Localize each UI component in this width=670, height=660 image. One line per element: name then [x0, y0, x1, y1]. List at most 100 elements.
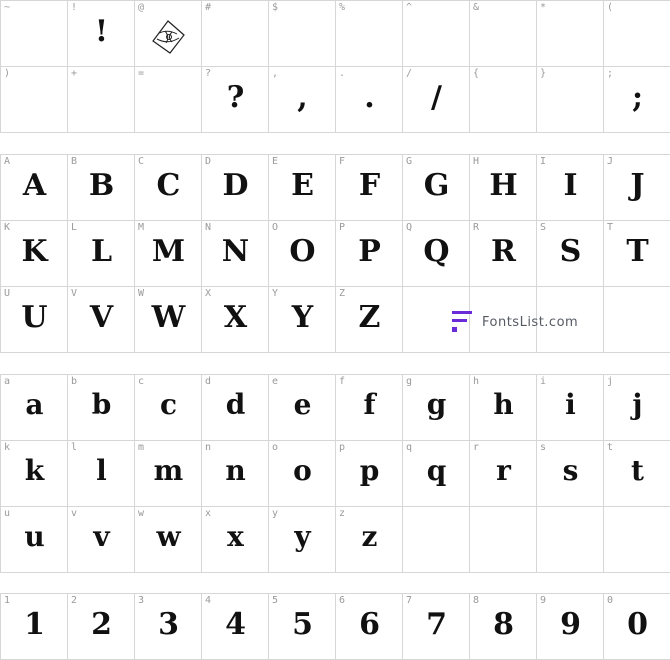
- uppercase-cell: UU: [1, 287, 68, 353]
- character-label: /: [406, 68, 413, 79]
- glyph-sample: V: [89, 300, 113, 335]
- character-label: D: [205, 156, 212, 167]
- glyph-sample: !: [94, 14, 108, 49]
- lowercase-cell: rr: [470, 441, 537, 507]
- symbols-section: ~!! @ # $% ^ & *() + =??,,.. / /{};;: [0, 0, 670, 133]
- character-label: g: [406, 376, 413, 387]
- symbols-cell: ??: [202, 67, 269, 133]
- character-label: c: [138, 376, 145, 387]
- character-label: O: [272, 222, 279, 233]
- glyph-sample: A: [22, 168, 46, 203]
- character-label: m: [138, 442, 145, 453]
- lowercase-cell: pp: [336, 441, 403, 507]
- glyph-sample: v: [93, 520, 109, 553]
- glyph-sample: q: [426, 454, 447, 487]
- character-label: 0: [607, 595, 614, 606]
- character-label: 4: [205, 595, 212, 606]
- character-label: v: [71, 508, 78, 519]
- glyph-sample: b: [91, 388, 112, 421]
- character-label: &: [473, 2, 480, 13]
- uppercase-cell: NN: [202, 221, 269, 287]
- character-label: i: [540, 376, 547, 387]
- digits-cell: 33: [135, 594, 202, 660]
- glyph-sample: h: [493, 388, 513, 421]
- glyph-sample: P: [358, 234, 381, 269]
- uppercase-cell: TT: [604, 221, 670, 287]
- digits-cell: 88: [470, 594, 537, 660]
- glyph-sample: Z: [358, 300, 381, 335]
- uppercase-cell: WW: [135, 287, 202, 353]
- character-label: C: [138, 156, 145, 167]
- digits-cell: 22: [68, 594, 135, 660]
- lowercase-section: aabbccddeeffgghhiijjkkllmmnnooppqqrrsstt…: [0, 374, 670, 573]
- glyph-sample: x: [227, 520, 244, 553]
- lowercase-cell: aa: [1, 375, 68, 441]
- glyph-sample: i: [565, 388, 576, 421]
- uppercase-cell: AA: [1, 155, 68, 221]
- digits-cell: 99: [537, 594, 604, 660]
- glyph-sample: .: [364, 80, 374, 115]
- character-label: Z: [339, 288, 346, 299]
- symbols-cell: ^: [403, 1, 470, 67]
- digits-cell: 00: [604, 594, 670, 660]
- lowercase-cell: ff: [336, 375, 403, 441]
- glyph-sample: k: [24, 454, 44, 487]
- character-label: 3: [138, 595, 145, 606]
- character-label: U: [4, 288, 11, 299]
- uppercase-cell: OO: [269, 221, 336, 287]
- character-label: h: [473, 376, 480, 387]
- uppercase-cell: LL: [68, 221, 135, 287]
- glyph-sample: C: [156, 168, 181, 203]
- glyph-sample: n: [225, 454, 245, 487]
- character-label: s: [540, 442, 547, 453]
- glyph-sample: s: [562, 454, 579, 487]
- lowercase-cell: ii: [537, 375, 604, 441]
- lowercase-cell: dd: [202, 375, 269, 441]
- uppercase-cell: GG: [403, 155, 470, 221]
- symbols-cell: &: [470, 1, 537, 67]
- glyph-sample: 2: [91, 607, 112, 642]
- uppercase-cell: XX: [202, 287, 269, 353]
- symbols-cell: +: [68, 67, 135, 133]
- lowercase-cell: bb: [68, 375, 135, 441]
- symbols-cell: ;;: [604, 67, 670, 133]
- digits-grid: 11223344556677889900: [0, 593, 670, 660]
- character-label: Q: [406, 222, 413, 233]
- uppercase-cell: [604, 287, 670, 353]
- glyph-sample: f: [363, 388, 375, 421]
- character-label: +: [71, 68, 78, 79]
- character-label: ,: [272, 68, 279, 79]
- fontslist-watermark[interactable]: FontsList.com: [450, 308, 578, 336]
- symbols-cell: @: [135, 1, 202, 67]
- lowercase-cell: vv: [68, 507, 135, 573]
- glyph-sample: 4: [225, 607, 246, 642]
- character-label: @: [138, 2, 145, 13]
- character-label: R: [473, 222, 480, 233]
- glyph-sample: W: [151, 300, 186, 335]
- glyph-sample: /: [431, 80, 442, 115]
- character-label: T: [607, 222, 614, 233]
- character-label: l: [71, 442, 78, 453]
- lowercase-cell: nn: [202, 441, 269, 507]
- lowercase-cell: gg: [403, 375, 470, 441]
- character-label: H: [473, 156, 480, 167]
- uppercase-cell: YY: [269, 287, 336, 353]
- glyph-sample: D: [222, 168, 248, 203]
- lowercase-cell: ee: [269, 375, 336, 441]
- glyph-sample: H: [489, 168, 517, 203]
- lowercase-cell: ww: [135, 507, 202, 573]
- lowercase-grid: aabbccddeeffgghhiijjkkllmmnnooppqqrrsstt…: [0, 374, 670, 573]
- glyph-sample: I: [563, 168, 577, 203]
- character-label: .: [339, 68, 346, 79]
- uppercase-cell: SS: [537, 221, 604, 287]
- character-label: F: [339, 156, 346, 167]
- lowercase-cell: tt: [604, 441, 670, 507]
- character-label: *: [540, 2, 547, 13]
- uppercase-cell: CC: [135, 155, 202, 221]
- glyph-sample: U: [21, 300, 47, 335]
- character-label: p: [339, 442, 346, 453]
- lowercase-cell: [604, 507, 670, 573]
- glyph-sample: N: [221, 234, 249, 269]
- character-label: e: [272, 376, 279, 387]
- uppercase-cell: QQ: [403, 221, 470, 287]
